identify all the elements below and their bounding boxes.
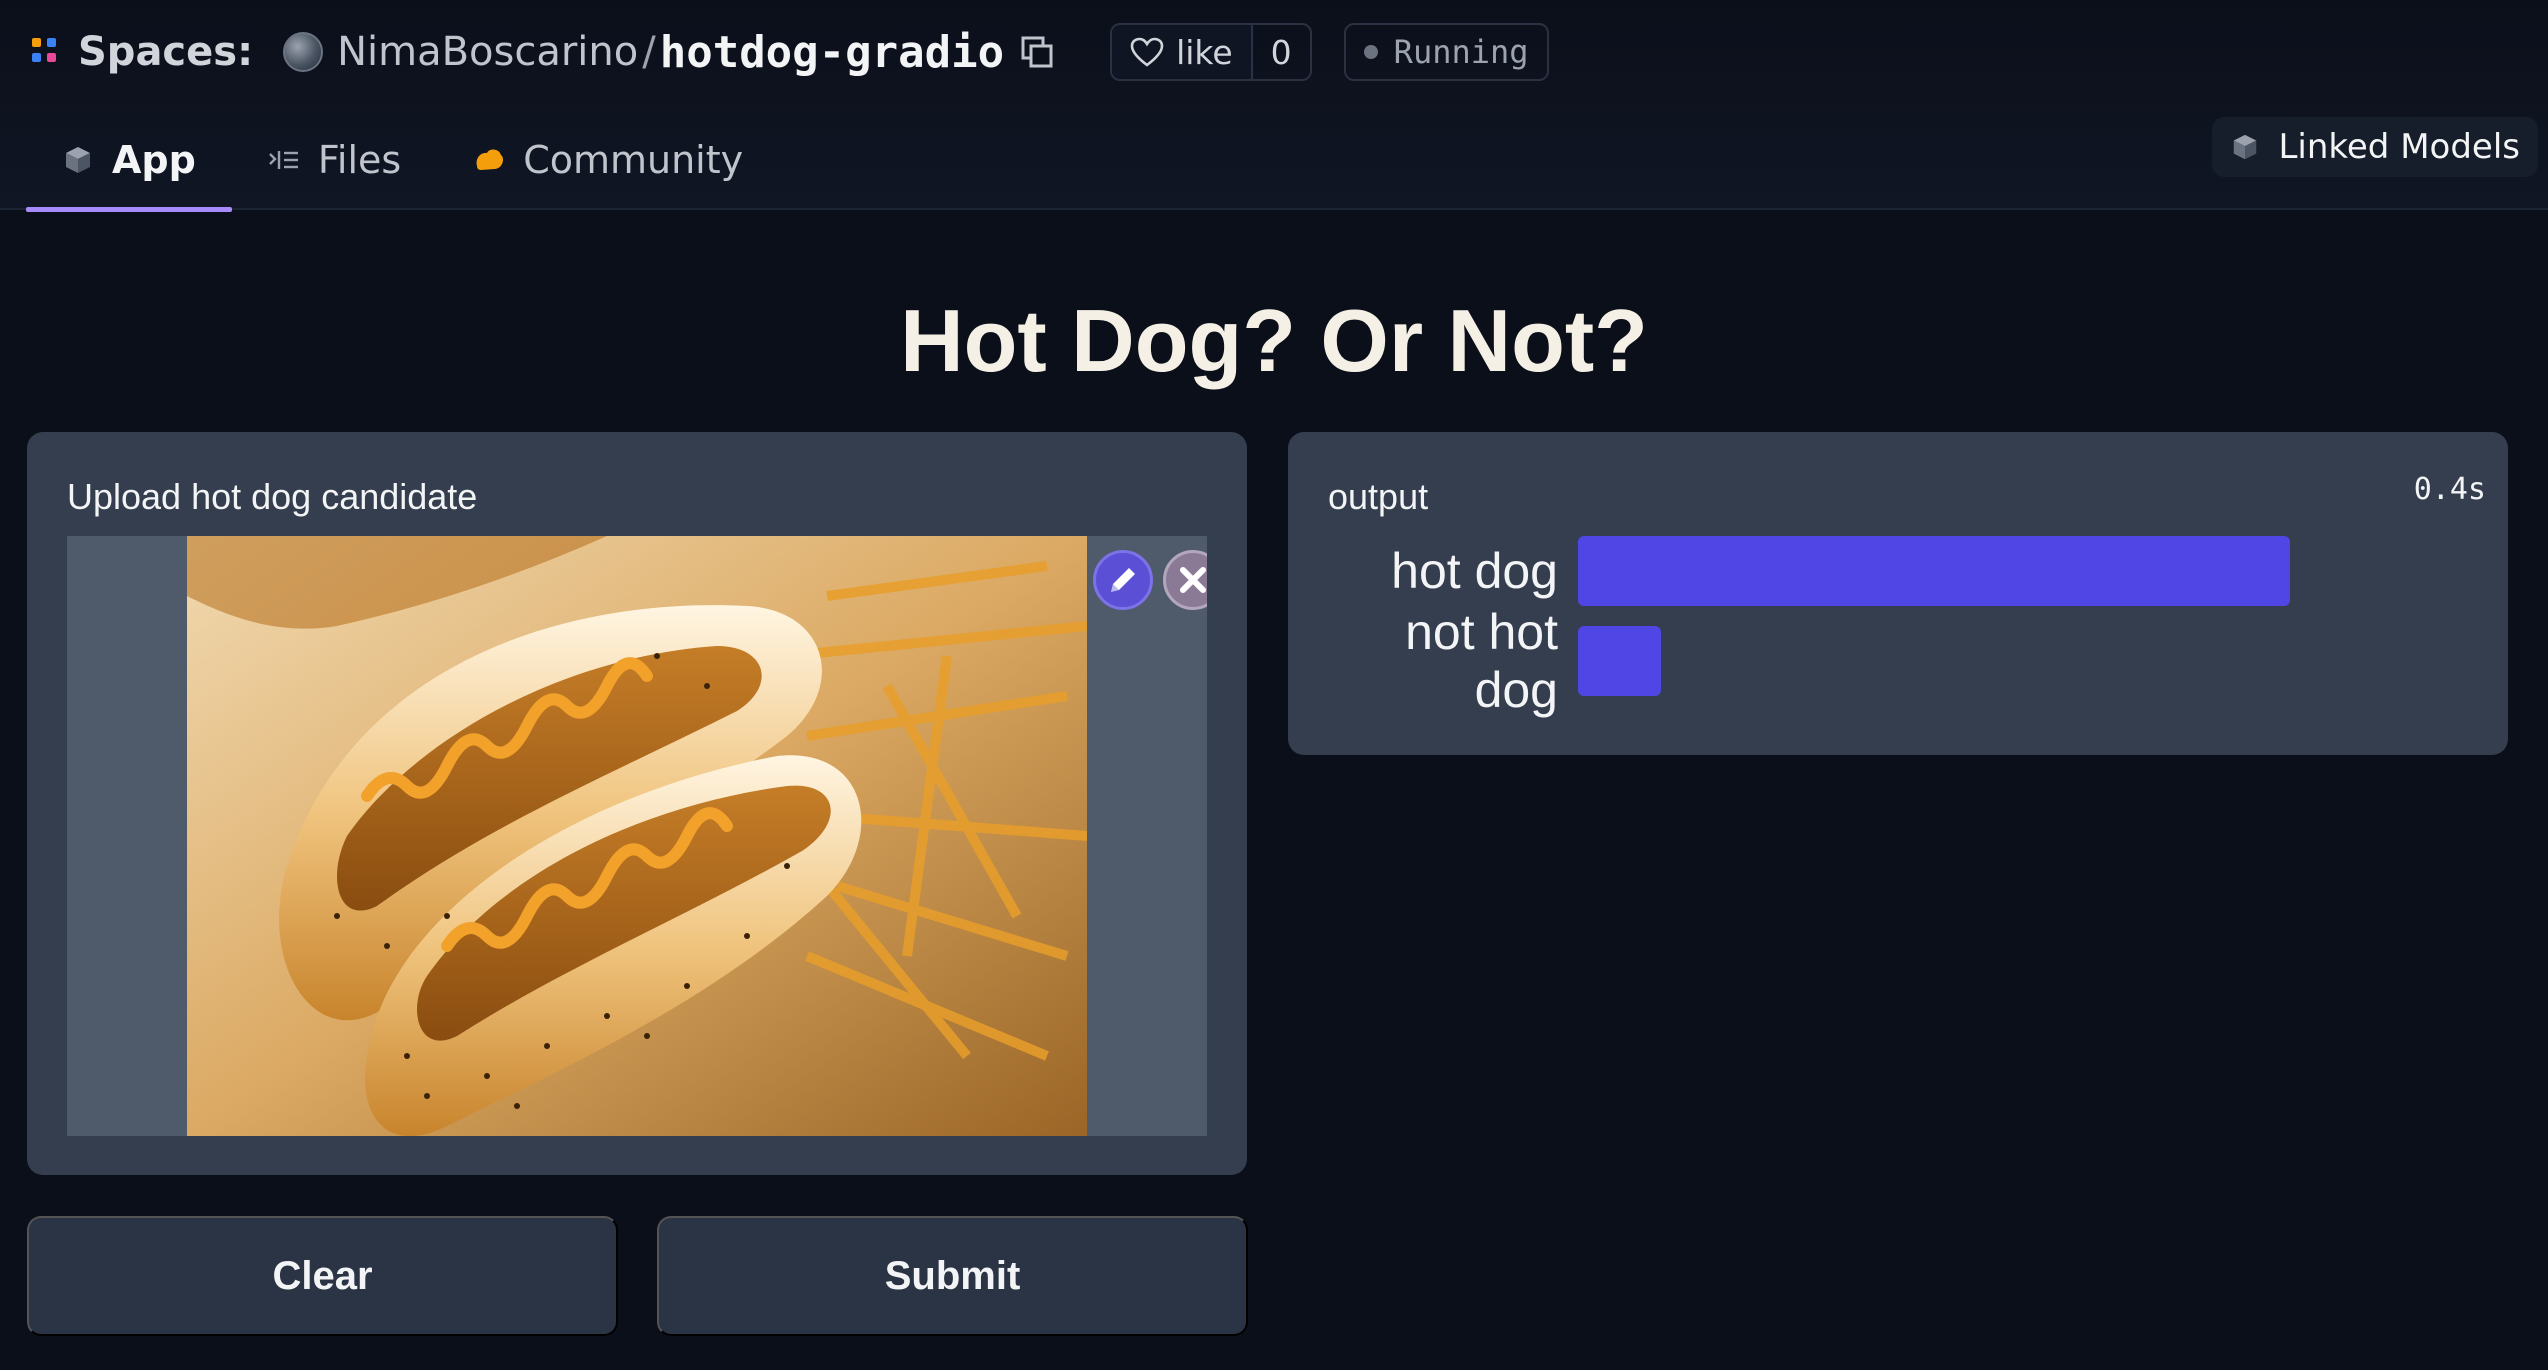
linked-models-button[interactable]: Linked Models	[2212, 117, 2538, 177]
space-tabs: App Files Community	[26, 110, 779, 212]
spaces-logo-icon[interactable]	[32, 38, 60, 66]
tab-community[interactable]: Community	[437, 110, 779, 210]
tab-label: Community	[523, 138, 744, 182]
image-upload-area[interactable]	[67, 536, 1207, 1136]
repo-name-link[interactable]: hotdog-gradio	[660, 27, 1004, 78]
confidence-bar	[1578, 626, 1662, 696]
owner-avatar[interactable]	[283, 32, 324, 72]
clear-button[interactable]: Clear	[27, 1216, 618, 1336]
cube-icon	[2234, 134, 2257, 160]
linked-models-label: Linked Models	[2278, 127, 2520, 167]
space-title-row: Spaces: NimaBoscarino / hotdog-gradio li…	[32, 18, 1549, 86]
confidence-bar	[1578, 536, 2290, 606]
tab-label: Files	[317, 138, 402, 182]
files-icon	[268, 151, 298, 169]
community-icon	[476, 149, 504, 170]
heart-icon	[1130, 37, 1164, 67]
output-label: output	[1328, 476, 1429, 517]
elapsed-time: 0.4s	[2413, 472, 2486, 507]
label-row[interactable]: hot dog	[1328, 536, 2373, 606]
hot-dog-photo	[187, 536, 1087, 1136]
output-panel: output 0.4s hot dog not hot dog	[1288, 432, 2508, 755]
remove-image-button[interactable]	[1163, 550, 1207, 610]
cube-icon	[66, 147, 90, 173]
status-text: Running	[1393, 33, 1529, 71]
space-header: Spaces: NimaBoscarino / hotdog-gradio li…	[0, 0, 2548, 212]
page-title: Hot Dog? Or Not?	[900, 291, 1648, 390]
copy-icon[interactable]	[1020, 35, 1054, 69]
label-row[interactable]: not hot dog	[1328, 604, 2373, 718]
image-input-panel: Upload hot dog candidate	[27, 432, 1247, 1175]
path-separator: /	[642, 29, 656, 75]
status-dot-icon	[1363, 45, 1378, 59]
pencil-icon	[1111, 568, 1135, 592]
input-label: Upload hot dog candidate	[67, 476, 478, 517]
like-count[interactable]: 0	[1250, 25, 1310, 79]
tab-app[interactable]: App	[26, 110, 232, 212]
confidence-track	[1578, 536, 2373, 606]
tab-label: App	[112, 138, 196, 182]
label-name: hot dog	[1391, 543, 1558, 599]
close-icon	[1180, 567, 1206, 593]
like-label: like	[1176, 32, 1233, 72]
like-button[interactable]: like	[1112, 25, 1251, 79]
submit-button[interactable]: Submit	[657, 1216, 1248, 1336]
label-name: not hot dog	[1405, 604, 1558, 718]
owner-link[interactable]: NimaBoscarino	[337, 29, 638, 75]
like-group: like 0	[1110, 23, 1312, 81]
edit-button[interactable]	[1093, 550, 1153, 610]
status-badge[interactable]: Running	[1343, 23, 1549, 81]
spaces-label[interactable]: Spaces:	[78, 29, 253, 75]
confidence-track	[1578, 626, 2373, 696]
tab-files[interactable]: Files	[232, 110, 437, 210]
